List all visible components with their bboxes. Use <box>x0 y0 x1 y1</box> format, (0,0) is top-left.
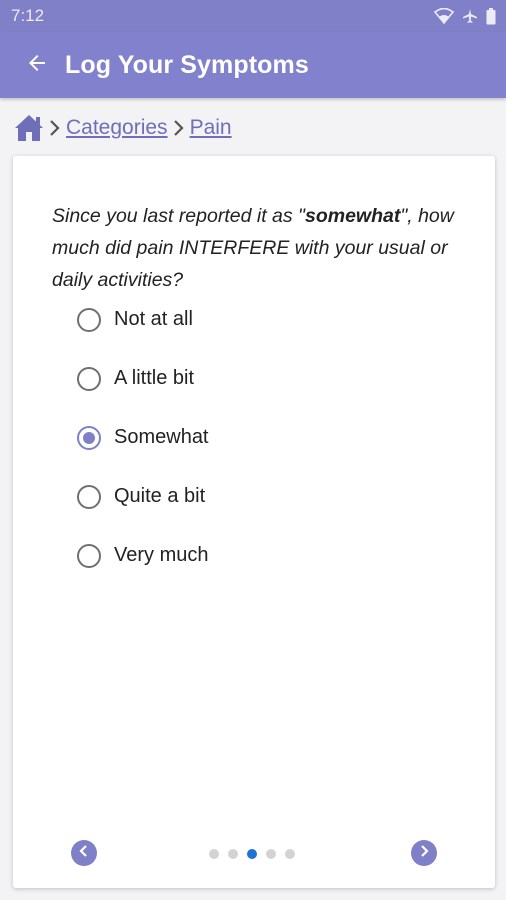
chevron-left-icon <box>78 844 90 863</box>
previous-button[interactable] <box>71 840 97 866</box>
radio-button[interactable] <box>77 543 101 568</box>
app-bar: Log Your Symptoms <box>0 32 506 98</box>
radio-button[interactable] <box>77 366 101 391</box>
page-dot[interactable] <box>209 849 219 859</box>
option-very-much[interactable]: Very much <box>77 526 209 585</box>
radio-button[interactable] <box>77 307 101 332</box>
pager <box>13 838 495 868</box>
wifi-icon <box>434 8 454 24</box>
option-label: Quite a bit <box>114 485 206 507</box>
option-a-little-bit[interactable]: A little bit <box>77 349 209 408</box>
next-button[interactable] <box>411 840 437 866</box>
option-somewhat[interactable]: Somewhat <box>77 408 209 467</box>
page-dot[interactable] <box>228 849 238 859</box>
radio-button[interactable] <box>77 425 101 450</box>
option-label: A little bit <box>114 367 195 389</box>
page-dot[interactable] <box>285 849 295 859</box>
breadcrumb: Categories Pain <box>14 110 232 146</box>
chevron-right-icon <box>44 114 66 142</box>
home-icon[interactable] <box>14 114 44 142</box>
question-emphasis: somewhat <box>304 205 401 227</box>
back-button[interactable] <box>13 41 61 89</box>
page-dot[interactable] <box>266 849 276 859</box>
option-label: Very much <box>114 544 209 566</box>
answer-options: Not at all A little bit Somewhat Quite a… <box>77 290 209 585</box>
chevron-right-icon <box>418 844 430 863</box>
airplane-icon <box>462 8 478 24</box>
breadcrumb-link-pain[interactable]: Pain <box>190 116 232 140</box>
question-text: Since you last reported it as "somewhat"… <box>52 205 454 291</box>
option-label: Not at all <box>114 308 193 330</box>
option-label: Somewhat <box>114 426 209 448</box>
status-icons <box>434 7 496 25</box>
status-bar: 7:12 <box>0 0 506 32</box>
breadcrumb-link-categories[interactable]: Categories <box>66 116 168 140</box>
page-title: Log Your Symptoms <box>65 50 309 79</box>
chevron-right-icon <box>168 114 190 142</box>
option-quite-a-bit[interactable]: Quite a bit <box>77 467 209 526</box>
status-time: 7:12 <box>11 6 45 25</box>
radio-button[interactable] <box>77 484 101 509</box>
option-not-at-all[interactable]: Not at all <box>77 290 209 349</box>
battery-icon <box>486 7 496 25</box>
page-indicator <box>209 849 295 859</box>
question-card: Since you last reported it as "somewhat"… <box>13 156 495 888</box>
arrow-left-icon <box>25 51 49 80</box>
page-dot[interactable] <box>247 849 257 859</box>
